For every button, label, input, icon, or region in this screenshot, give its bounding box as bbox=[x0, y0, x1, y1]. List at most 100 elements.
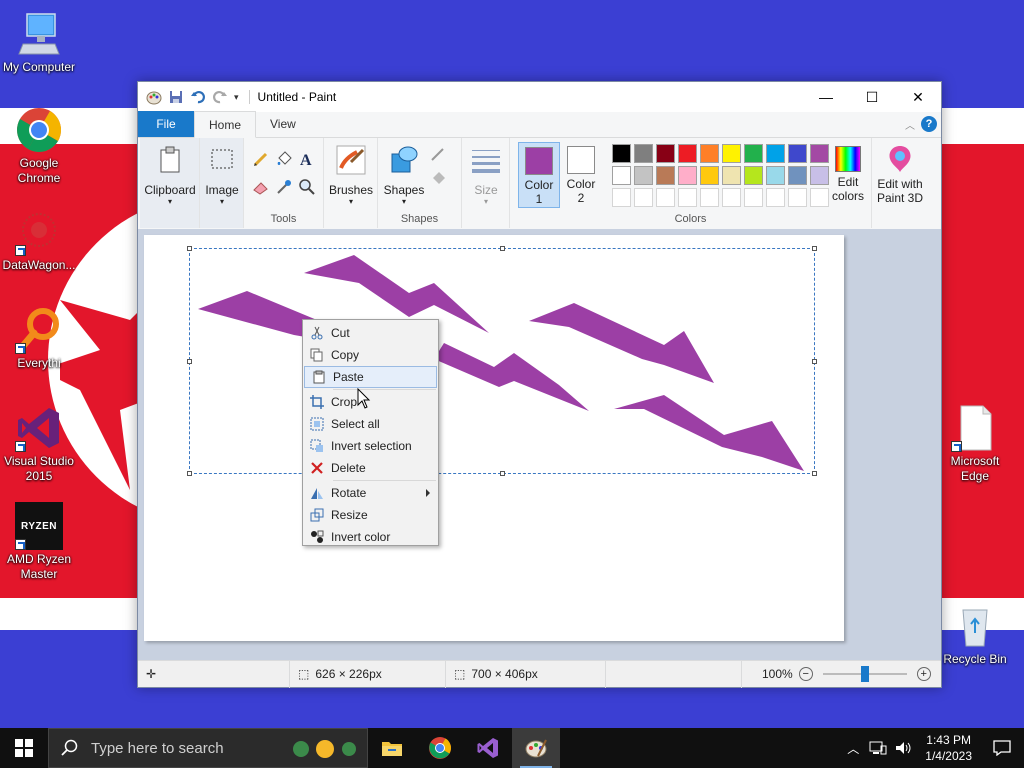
redo-icon[interactable] bbox=[212, 89, 228, 105]
size-button[interactable]: Size ▾ bbox=[464, 142, 508, 206]
save-icon[interactable] bbox=[168, 89, 184, 105]
volume-icon[interactable] bbox=[895, 740, 913, 756]
palette-swatch[interactable] bbox=[612, 166, 631, 185]
start-button[interactable] bbox=[0, 728, 48, 768]
minimize-button[interactable]: — bbox=[803, 82, 849, 112]
palette-swatch[interactable] bbox=[700, 166, 719, 185]
menu-item-resize[interactable]: Resize bbox=[303, 504, 438, 526]
custom-color-slot[interactable] bbox=[612, 188, 631, 207]
menu-item-delete[interactable]: Delete bbox=[303, 457, 438, 479]
palette-swatch[interactable] bbox=[788, 166, 807, 185]
fill-bucket-icon[interactable] bbox=[275, 150, 293, 168]
selection-handle[interactable] bbox=[812, 246, 817, 251]
magnifier-tool-icon[interactable] bbox=[298, 178, 316, 196]
tab-view[interactable]: View bbox=[256, 111, 310, 137]
desktop-icon-recycle-bin[interactable]: Recycle Bin bbox=[936, 602, 1014, 667]
custom-color-slot[interactable] bbox=[634, 188, 653, 207]
network-icon[interactable] bbox=[869, 740, 887, 756]
selection-handle[interactable] bbox=[812, 471, 817, 476]
paint-app-icon[interactable] bbox=[146, 89, 162, 105]
selection-handle[interactable] bbox=[187, 471, 192, 476]
tab-file[interactable]: File bbox=[138, 111, 194, 137]
palette-swatch[interactable] bbox=[634, 166, 653, 185]
selection-handle[interactable] bbox=[812, 359, 817, 364]
palette-swatch[interactable] bbox=[744, 144, 763, 163]
tab-home[interactable]: Home bbox=[194, 111, 257, 138]
menu-item-select-all[interactable]: Select all bbox=[303, 413, 438, 435]
desktop-icon-my-computer[interactable]: My Computer bbox=[0, 10, 78, 75]
selection-handle[interactable] bbox=[187, 246, 192, 251]
palette-swatch[interactable] bbox=[744, 166, 763, 185]
custom-color-slot[interactable] bbox=[700, 188, 719, 207]
taskbar-search-box[interactable]: Type here to search bbox=[48, 728, 368, 768]
help-button[interactable]: ? bbox=[921, 116, 937, 132]
palette-swatch[interactable] bbox=[722, 166, 741, 185]
color1-button[interactable]: Color 1 bbox=[518, 142, 560, 208]
selection-rectangle[interactable] bbox=[187, 246, 817, 476]
palette-swatch[interactable] bbox=[678, 166, 697, 185]
custom-color-slot[interactable] bbox=[788, 188, 807, 207]
taskbar-paint[interactable] bbox=[512, 728, 560, 768]
menu-item-rotate[interactable]: Rotate bbox=[303, 482, 438, 504]
palette-swatch[interactable] bbox=[788, 144, 807, 163]
custom-color-slot[interactable] bbox=[656, 188, 675, 207]
zoom-slider-thumb[interactable] bbox=[860, 666, 869, 682]
zoom-out-button[interactable]: − bbox=[798, 667, 813, 681]
eraser-icon[interactable] bbox=[252, 178, 270, 196]
image-button[interactable]: Image ▾ bbox=[202, 142, 242, 206]
palette-swatch[interactable] bbox=[634, 144, 653, 163]
taskbar-chrome[interactable] bbox=[416, 728, 464, 768]
custom-color-slot[interactable] bbox=[744, 188, 763, 207]
text-icon[interactable]: A bbox=[298, 150, 316, 168]
close-button[interactable]: ✕ bbox=[895, 82, 941, 112]
palette-swatch[interactable] bbox=[612, 144, 631, 163]
desktop-icon-visual-studio[interactable]: Visual Studio 2015 bbox=[0, 404, 78, 484]
desktop-icon-everything[interactable]: Everythi bbox=[0, 306, 78, 371]
undo-icon[interactable] bbox=[190, 89, 206, 105]
selection-handle[interactable] bbox=[500, 471, 505, 476]
pencil-icon[interactable] bbox=[252, 150, 270, 168]
menu-item-paste[interactable]: Paste bbox=[304, 366, 437, 388]
custom-color-slot[interactable] bbox=[722, 188, 741, 207]
menu-item-copy[interactable]: Copy bbox=[303, 344, 438, 366]
edit-paint3d-button[interactable]: Edit with Paint 3D bbox=[872, 142, 928, 205]
shapes-button[interactable]: Shapes ▾ bbox=[380, 142, 428, 206]
customize-quick-access-icon[interactable]: ▾ bbox=[234, 92, 239, 103]
color-picker-icon[interactable] bbox=[275, 178, 293, 196]
desktop-icon-edge[interactable]: Microsoft Edge bbox=[936, 404, 1014, 484]
edit-colors-button[interactable]: Edit colors bbox=[826, 142, 870, 203]
collapse-ribbon-icon[interactable]: ︿ bbox=[905, 117, 915, 132]
clipboard-button[interactable]: Clipboard ▾ bbox=[144, 142, 196, 206]
taskbar-visual-studio[interactable] bbox=[464, 728, 512, 768]
maximize-button[interactable]: ☐ bbox=[849, 82, 895, 112]
menu-item-invert-color[interactable]: Invert color bbox=[303, 526, 438, 548]
custom-color-slot[interactable] bbox=[766, 188, 785, 207]
desktop-icon-datawagon[interactable]: DataWagon... bbox=[0, 208, 78, 273]
recycle-bin-icon bbox=[951, 602, 999, 650]
custom-color-slot[interactable] bbox=[678, 188, 697, 207]
menu-item-cut[interactable]: Cut bbox=[303, 322, 438, 344]
palette-swatch[interactable] bbox=[766, 144, 785, 163]
palette-swatch[interactable] bbox=[700, 144, 719, 163]
zoom-in-button[interactable]: + bbox=[916, 667, 931, 681]
taskbar-file-explorer[interactable] bbox=[368, 728, 416, 768]
palette-swatch[interactable] bbox=[656, 144, 675, 163]
palette-swatch[interactable] bbox=[722, 144, 741, 163]
color2-button[interactable]: Color 2 bbox=[560, 142, 602, 208]
brushes-button[interactable]: Brushes ▾ bbox=[326, 142, 376, 206]
palette-swatch[interactable] bbox=[678, 144, 697, 163]
desktop-icon-amd-ryzen[interactable]: RYZEN AMD Ryzen Master bbox=[0, 502, 78, 582]
outline-icon[interactable] bbox=[430, 146, 448, 164]
drawing-canvas[interactable] bbox=[144, 235, 844, 641]
palette-swatch[interactable] bbox=[766, 166, 785, 185]
show-hidden-icons-chevron-icon[interactable]: ︿ bbox=[841, 740, 865, 757]
taskbar-clock[interactable]: 1:43 PM 1/4/2023 bbox=[917, 732, 980, 764]
palette-swatch[interactable] bbox=[656, 166, 675, 185]
selection-handle[interactable] bbox=[187, 359, 192, 364]
action-center-button[interactable] bbox=[980, 728, 1024, 768]
fill-icon[interactable] bbox=[430, 168, 448, 186]
menu-item-invert-selection[interactable]: Invert selection bbox=[303, 435, 438, 457]
zoom-slider[interactable] bbox=[822, 666, 907, 682]
selection-handle[interactable] bbox=[500, 246, 505, 251]
desktop-icon-chrome[interactable]: Google Chrome bbox=[0, 106, 78, 186]
